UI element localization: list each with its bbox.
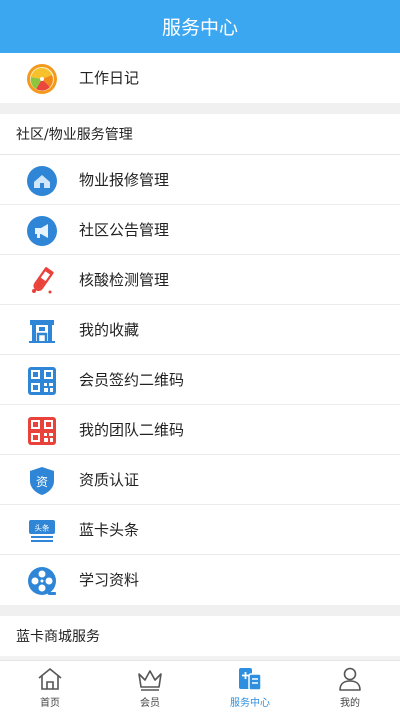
community-notice-label: 社区公告管理 bbox=[79, 221, 170, 239]
qualification-item[interactable]: 资 资质认证 bbox=[0, 455, 400, 505]
member-qr-label: 会员签约二维码 bbox=[79, 371, 185, 389]
divider-gap bbox=[0, 605, 400, 616]
fruit-icon bbox=[27, 64, 57, 94]
study-material-item[interactable]: 学习资料 bbox=[0, 555, 400, 605]
certificate-shield-icon: 资 bbox=[30, 467, 54, 495]
tab-member-label: 会员 bbox=[140, 698, 160, 709]
megaphone-icon bbox=[27, 216, 57, 246]
qr-code-icon bbox=[28, 417, 56, 445]
film-reel-icon bbox=[28, 567, 56, 595]
headline-item[interactable]: 头条 蓝卡头条 bbox=[0, 505, 400, 555]
my-favorites-label: 我的收藏 bbox=[79, 321, 140, 339]
community-notice-item[interactable]: 社区公告管理 bbox=[0, 205, 400, 255]
mall-section-title: 蓝卡商城服务 bbox=[16, 629, 100, 645]
tab-home-label: 首页 bbox=[40, 698, 60, 709]
tab-service-center-label: 服务中心 bbox=[230, 698, 270, 709]
property-repair-label: 物业报修管理 bbox=[79, 171, 170, 189]
qualification-label: 资质认证 bbox=[79, 471, 140, 489]
property-repair-item[interactable]: 物业报修管理 bbox=[0, 155, 400, 205]
tab-mine[interactable]: 我的 bbox=[300, 661, 400, 712]
team-qr-label: 我的团队二维码 bbox=[79, 421, 185, 439]
member-qr-item[interactable]: 会员签约二维码 bbox=[0, 355, 400, 405]
divider-gap bbox=[0, 103, 400, 114]
work-diary-label: 工作日记 bbox=[79, 69, 140, 87]
headline-icon: 头条 bbox=[29, 520, 55, 542]
header-bar: 服务中心 bbox=[0, 0, 400, 53]
community-section-header: 社区/物业服务管理 bbox=[0, 114, 400, 154]
headline-label: 蓝卡头条 bbox=[79, 521, 140, 539]
nucleic-test-item[interactable]: 核酸检测管理 bbox=[0, 255, 400, 305]
study-material-label: 学习资料 bbox=[79, 571, 140, 589]
team-qr-item[interactable]: 我的团队二维码 bbox=[0, 405, 400, 455]
test-tube-icon bbox=[32, 267, 54, 294]
crown-icon bbox=[138, 670, 162, 691]
svg-text:头条: 头条 bbox=[35, 523, 50, 533]
my-favorites-item[interactable]: 我的收藏 bbox=[0, 305, 400, 355]
work-diary-item[interactable]: 工作日记 bbox=[0, 53, 400, 103]
community-section-title: 社区/物业服务管理 bbox=[16, 127, 133, 143]
service-center-icon bbox=[239, 668, 262, 691]
tab-member[interactable]: 会员 bbox=[100, 661, 200, 712]
tab-service-center[interactable]: 服务中心 bbox=[200, 661, 300, 712]
tab-home[interactable]: 首页 bbox=[0, 661, 100, 712]
qr-code-icon bbox=[28, 367, 56, 395]
nucleic-test-label: 核酸检测管理 bbox=[79, 271, 170, 289]
mall-section-header: 蓝卡商城服务 bbox=[0, 616, 400, 656]
svg-text:资: 资 bbox=[36, 475, 48, 489]
bottom-tab-bar: 首页 会员 服务中心 我的 bbox=[0, 660, 400, 712]
user-icon bbox=[339, 667, 361, 691]
building-icon bbox=[29, 320, 55, 343]
house-repair-icon bbox=[27, 166, 57, 196]
tab-mine-label: 我的 bbox=[340, 698, 360, 709]
page-title: 服务中心 bbox=[161, 17, 238, 39]
home-icon bbox=[38, 667, 62, 690]
